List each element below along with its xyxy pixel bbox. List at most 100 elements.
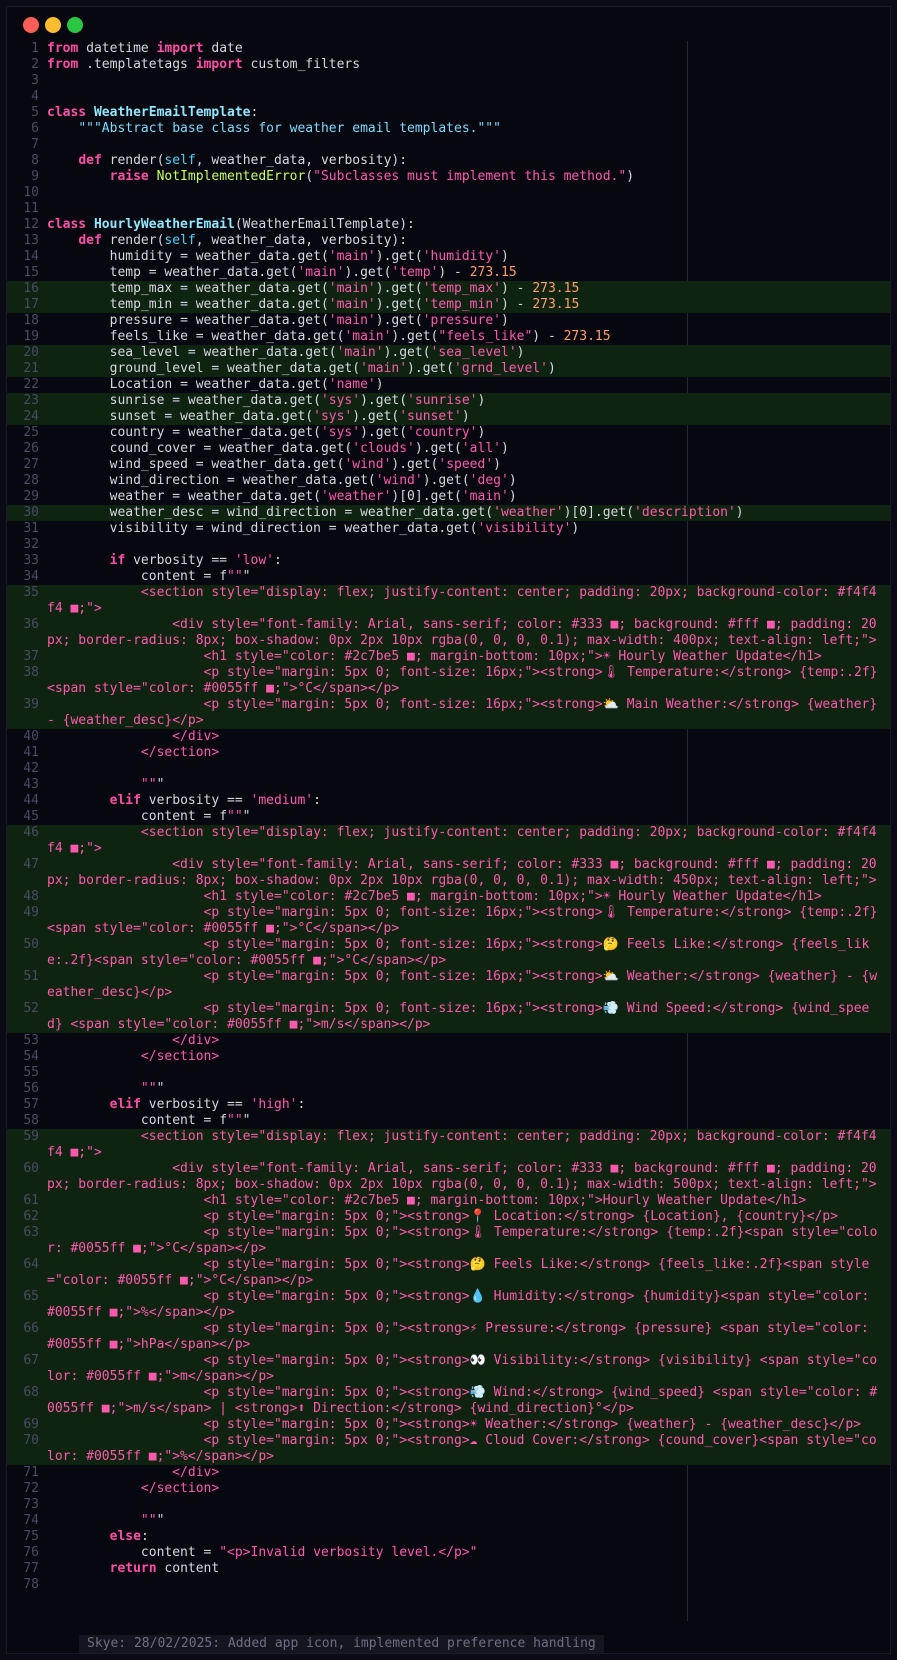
code-line[interactable]: 54 </section> — [7, 1049, 890, 1065]
code-line[interactable]: 16 temp_max = weather_data.get('main').g… — [7, 281, 890, 297]
code-line[interactable]: 25 country = weather_data.get('sys').get… — [7, 425, 890, 441]
code-line[interactable]: 69 <p style="margin: 5px 0;"><strong>☀ W… — [7, 1417, 890, 1433]
code-line[interactable]: 32​ — [7, 537, 890, 553]
line-number: 30 — [23, 505, 39, 520]
code-line[interactable]: 21 ground_level = weather_data.get('main… — [7, 361, 890, 377]
code-line[interactable]: 78​ — [7, 1577, 890, 1593]
code-line[interactable]: 26 cound_cover = weather_data.get('cloud… — [7, 441, 890, 457]
code-line[interactable]: 63 <p style="margin: 5px 0;"><strong>🌡 T… — [7, 1225, 890, 1257]
code-line[interactable]: 72 </section> — [7, 1481, 890, 1497]
maximize-button[interactable] — [67, 17, 83, 33]
code-line[interactable]: 18 pressure = weather_data.get('main').g… — [7, 313, 890, 329]
code-line[interactable]: 11​ — [7, 201, 890, 217]
code-line[interactable]: 64 <p style="margin: 5px 0;"><strong>🤔 F… — [7, 1257, 890, 1289]
code-line[interactable]: 61 <h1 style="color: #2c7be5 ■; margin-b… — [7, 1193, 890, 1209]
code-line[interactable]: 13 def render(self, weather_data, verbos… — [7, 233, 890, 249]
code-line[interactable]: 51 <p style="margin: 5px 0; font-size: 1… — [7, 969, 890, 1001]
line-text: <p style="margin: 5px 0; font-size: 16px… — [47, 905, 878, 936]
code-line[interactable]: 20 sea_level = weather_data.get('main').… — [7, 345, 890, 361]
code-line[interactable]: 27 wind_speed = weather_data.get('wind')… — [7, 457, 890, 473]
line-number: 5 — [31, 105, 39, 120]
code-line[interactable]: 45 content = f""" — [7, 809, 890, 825]
code-line[interactable]: 34 content = f""" — [7, 569, 890, 585]
code-line[interactable]: 8 def render(self, weather_data, verbosi… — [7, 153, 890, 169]
line-number: 40 — [23, 729, 39, 744]
line-number: 55 — [23, 1065, 39, 1080]
code-line[interactable]: 52 <p style="margin: 5px 0; font-size: 1… — [7, 1001, 890, 1033]
code-line[interactable]: 71 </div> — [7, 1465, 890, 1481]
line-text: sunset = weather_data.get('sys').get('su… — [47, 409, 470, 424]
code-line[interactable]: 62 <p style="margin: 5px 0;"><strong>📍 L… — [7, 1209, 890, 1225]
code-line[interactable]: 12 class HourlyWeatherEmail(WeatherEmailT… — [7, 217, 890, 233]
code-line[interactable]: 1 from datetime import date — [7, 41, 890, 57]
line-number: 70 — [23, 1433, 39, 1448]
line-number: 1 — [31, 41, 39, 56]
code-line[interactable]: 58 content = f""" — [7, 1113, 890, 1129]
code-line[interactable]: 48 <h1 style="color: #2c7be5 ■; margin-b… — [7, 889, 890, 905]
code-line[interactable]: 10​ — [7, 185, 890, 201]
code-line[interactable]: 53 </div> — [7, 1033, 890, 1049]
line-number: 28 — [23, 473, 39, 488]
code-line[interactable]: 37 <h1 style="color: #2c7be5 ■; margin-b… — [7, 649, 890, 665]
code-line[interactable]: 41 </section> — [7, 745, 890, 761]
line-text: """ — [140, 777, 165, 792]
code-line[interactable]: 5 class WeatherEmailTemplate: — [7, 105, 890, 121]
code-line[interactable]: 31 visibility = wind_direction = weather… — [7, 521, 890, 537]
code-line[interactable]: 55​ — [7, 1065, 890, 1081]
code-line[interactable]: 66 <p style="margin: 5px 0;"><strong>⚡ P… — [7, 1321, 890, 1353]
code-line[interactable]: 47 <div style="font-family: Arial, sans-… — [7, 857, 890, 889]
close-button[interactable] — [23, 17, 39, 33]
code-line[interactable]: 68 <p style="margin: 5px 0;"><strong>💨 W… — [7, 1385, 890, 1417]
code-line[interactable]: 77 return content — [7, 1561, 890, 1577]
code-line[interactable]: 76 content = "<p>Invalid verbosity level… — [7, 1545, 890, 1561]
code-line[interactable]: 28 wind_direction = weather_data.get('wi… — [7, 473, 890, 489]
code-line[interactable]: 24 sunset = weather_data.get('sys').get(… — [7, 409, 890, 425]
line-text: sea_level = weather_data.get('main').get… — [47, 345, 525, 360]
line-number: 31 — [23, 521, 39, 536]
code-line[interactable]: 40 </div> — [7, 729, 890, 745]
code-line[interactable]: 75 else: — [7, 1529, 890, 1545]
code-line[interactable]: 70 <p style="margin: 5px 0;"><strong>☁ C… — [7, 1433, 890, 1465]
line-text: feels_like = weather_data.get('main').ge… — [47, 329, 611, 344]
line-text: <p style="margin: 5px 0; font-size: 16px… — [47, 937, 870, 968]
line-text: ​ — [7, 73, 890, 89]
code-line[interactable]: 33 if verbosity == 'low': — [7, 553, 890, 569]
code-line[interactable]: 43 """ — [7, 777, 890, 793]
code-line[interactable]: 60 <div style="font-family: Arial, sans-… — [7, 1161, 890, 1193]
code-line[interactable]: 74 """ — [7, 1513, 890, 1529]
code-line[interactable]: 2 from .templatetags import custom_filter… — [7, 57, 890, 73]
code-line[interactable]: 56 """ — [7, 1081, 890, 1097]
code-line[interactable]: 3​ — [7, 73, 890, 89]
code-line[interactable]: 73​ — [7, 1497, 890, 1513]
code-line[interactable]: 67 <p style="margin: 5px 0;"><strong>👀 V… — [7, 1353, 890, 1385]
code-line[interactable]: 29 weather = weather_data.get('weather')… — [7, 489, 890, 505]
code-line[interactable]: 44 elif verbosity == 'medium': — [7, 793, 890, 809]
code-line[interactable]: 49 <p style="margin: 5px 0; font-size: 1… — [7, 905, 890, 937]
code-editor[interactable]: 1 from datetime import date 2 from .templat… — [7, 41, 890, 1593]
code-line[interactable]: 38 <p style="margin: 5px 0; font-size: 1… — [7, 665, 890, 697]
code-line[interactable]: 17 temp_min = weather_data.get('main').g… — [7, 297, 890, 313]
code-line[interactable]: 39 <p style="margin: 5px 0; font-size: 1… — [7, 697, 890, 729]
code-line[interactable]: 14 humidity = weather_data.get('main').g… — [7, 249, 890, 265]
line-number: 60 — [23, 1161, 39, 1176]
code-line[interactable]: 42​ — [7, 761, 890, 777]
code-line[interactable]: 30 weather_desc = wind_direction = weath… — [7, 505, 890, 521]
code-line[interactable]: 57 elif verbosity == 'high': — [7, 1097, 890, 1113]
code-line[interactable]: 36 <div style="font-family: Arial, sans-… — [7, 617, 890, 649]
code-line[interactable]: 6 """Abstract base class for weather ema… — [7, 121, 890, 137]
code-line[interactable]: 7​ — [7, 137, 890, 153]
code-line[interactable]: 50 <p style="margin: 5px 0; font-size: 1… — [7, 937, 890, 969]
line-text: weather_desc = wind_direction = weather_… — [47, 505, 744, 520]
code-line[interactable]: 9 raise NotImplementedError("Subclasses … — [7, 169, 890, 185]
minimize-button[interactable] — [45, 17, 61, 33]
code-line[interactable]: 15 temp = weather_data.get('main').get('… — [7, 265, 890, 281]
line-number: 57 — [23, 1097, 39, 1112]
code-line[interactable]: 22 Location = weather_data.get('name') — [7, 377, 890, 393]
code-line[interactable]: 35 <section style="display: flex; justif… — [7, 585, 890, 617]
code-line[interactable]: 59 <section style="display: flex; justif… — [7, 1129, 890, 1161]
code-line[interactable]: 46 <section style="display: flex; justif… — [7, 825, 890, 857]
code-line[interactable]: 4​ — [7, 89, 890, 105]
code-line[interactable]: 19 feels_like = weather_data.get('main')… — [7, 329, 890, 345]
code-line[interactable]: 65 <p style="margin: 5px 0;"><strong>💧 H… — [7, 1289, 890, 1321]
code-line[interactable]: 23 sunrise = weather_data.get('sys').get… — [7, 393, 890, 409]
